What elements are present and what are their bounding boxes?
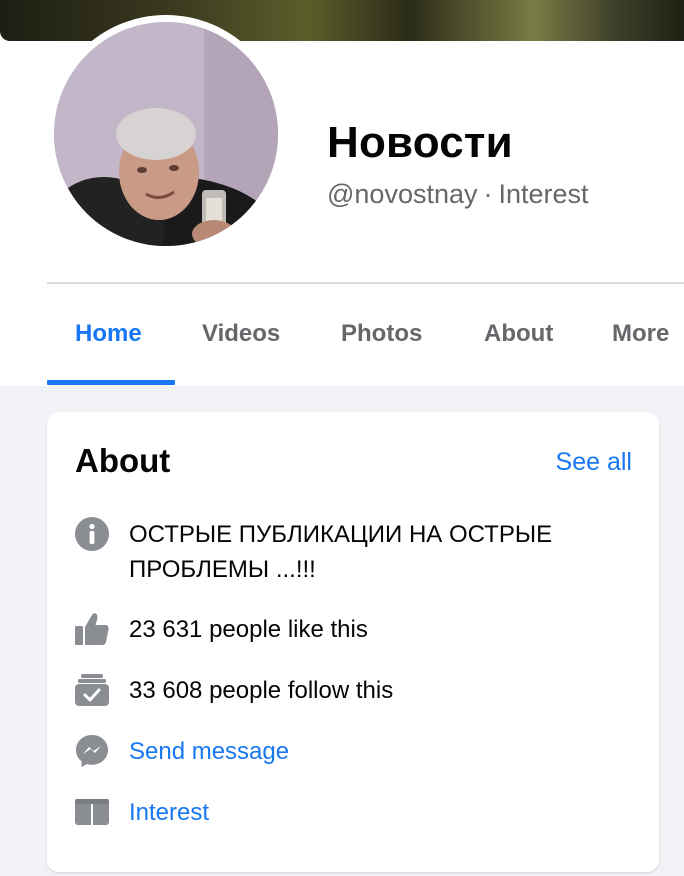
likes-count: 23 631 people like this [129,616,368,643]
send-message-link[interactable]: Send message [129,734,289,769]
page-handle: @novostnay [327,179,478,209]
about-description: ОСТРЫЕ ПУБЛИКАЦИИ НА ОСТРЫЕ ПРОБЛЕМЫ ...… [129,521,553,583]
avatar[interactable] [54,22,278,246]
about-title: About [75,442,171,479]
category-icon [75,795,109,829]
see-all-link[interactable]: See all [556,448,632,477]
tab-photos[interactable]: Photos [341,320,422,348]
tab-about[interactable]: About [484,320,553,348]
followers-count: 33 608 people follow this [129,677,394,704]
tab-bar: Home Videos Photos About More [47,284,684,386]
tab-home[interactable]: Home [75,320,142,348]
about-card: About See all ОСТРЫЕ ПУБЛИКАЦИИ НА ОСТРЫ… [47,412,659,872]
separator-dot: · [483,179,493,209]
info-icon [75,517,109,551]
like-icon [75,612,109,646]
tab-more[interactable]: More [612,320,669,348]
messenger-icon [75,734,109,768]
tab-videos[interactable]: Videos [202,320,280,348]
page-title: Новости [327,118,513,167]
active-tab-indicator [47,380,175,385]
page-category[interactable]: Interest [499,179,589,209]
category-link[interactable]: Interest [129,795,209,830]
follow-icon [75,673,109,707]
profile-photo [54,22,278,246]
page-subtitle: @novostnay · Interest [327,179,589,210]
